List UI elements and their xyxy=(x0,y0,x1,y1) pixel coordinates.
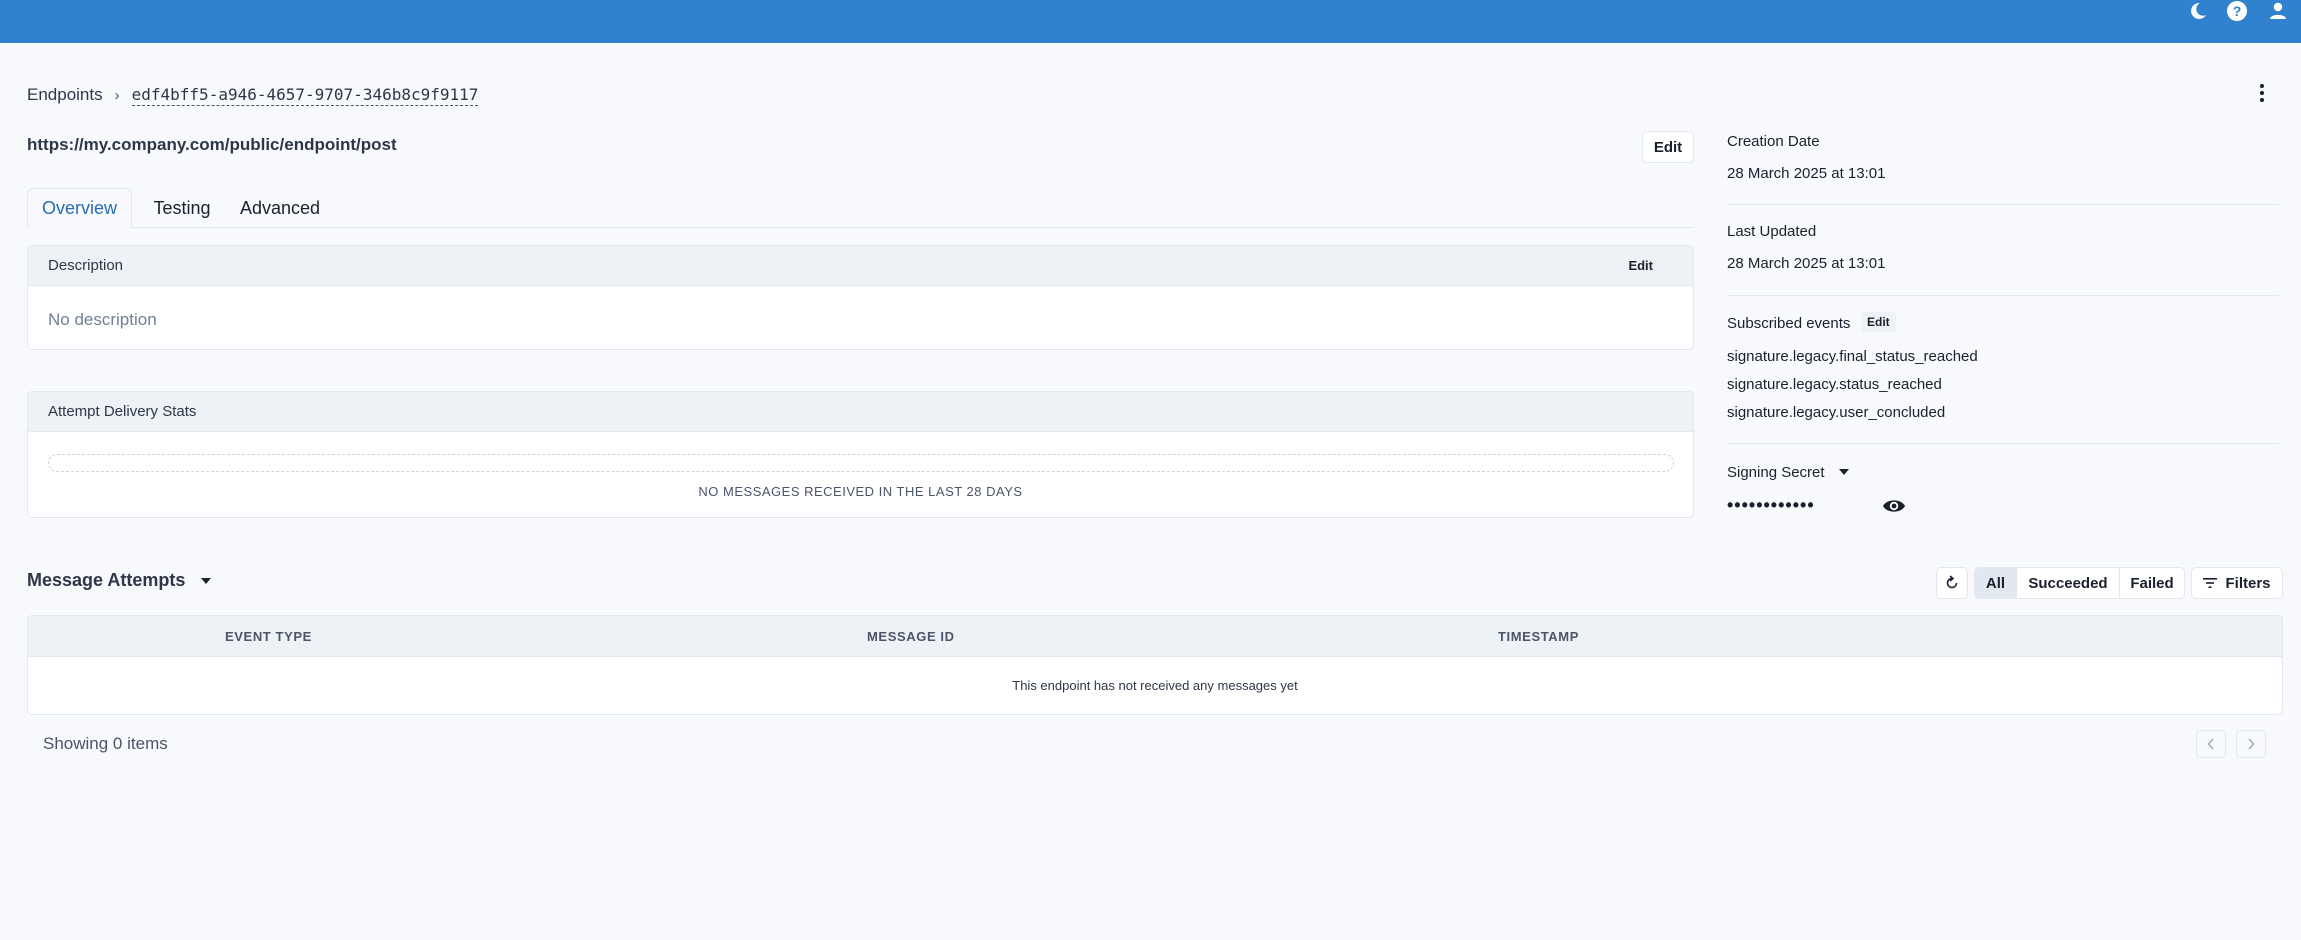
column-event-type: EVENT TYPE xyxy=(225,629,312,644)
message-attempts-title[interactable]: Message Attempts xyxy=(27,570,212,591)
divider xyxy=(1727,204,2279,205)
table-empty-message: This endpoint has not received any messa… xyxy=(1012,678,1298,693)
divider xyxy=(1727,443,2279,444)
last-updated-label: Last Updated xyxy=(1727,223,1817,240)
signing-secret-value: •••••••••••• xyxy=(1727,495,1815,515)
edit-events-button[interactable]: Edit xyxy=(1861,312,1896,332)
help-icon[interactable]: ? xyxy=(2223,0,2251,22)
subscribed-event: signature.legacy.final_status_reached xyxy=(1727,348,1978,365)
delivery-stats-title: Attempt Delivery Stats xyxy=(48,403,197,420)
svg-text:?: ? xyxy=(2233,3,2242,19)
previous-page-button[interactable] xyxy=(2196,730,2226,758)
moon-icon[interactable] xyxy=(2184,0,2212,22)
signing-secret-label: Signing Secret xyxy=(1727,464,1825,481)
filter-succeeded[interactable]: Succeeded xyxy=(2017,568,2120,598)
delivery-stats-card: Attempt Delivery Stats NO MESSAGES RECEI… xyxy=(27,391,1694,518)
chevron-left-icon xyxy=(2207,738,2214,750)
filters-button[interactable]: Filters xyxy=(2191,567,2283,599)
description-text: No description xyxy=(48,310,157,329)
chevron-down-icon[interactable] xyxy=(201,577,212,584)
subscribed-event: signature.legacy.status_reached xyxy=(1727,376,1942,393)
filter-all[interactable]: All xyxy=(1975,568,2017,598)
description-card-title: Description xyxy=(48,257,124,274)
delivery-stats-empty: NO MESSAGES RECEIVED IN THE LAST 28 DAYS xyxy=(698,484,1023,499)
endpoint-url-title: https://my.company.com/public/endpoint/p… xyxy=(27,135,397,154)
tab-overview[interactable]: Overview xyxy=(27,188,132,229)
top-app-bar: ? xyxy=(0,0,2301,43)
subscribed-events-label: Subscribed events xyxy=(1727,315,1851,332)
breadcrumb-endpoints-link[interactable]: Endpoints xyxy=(27,85,103,105)
breadcrumb-separator: › xyxy=(114,86,120,104)
more-options-icon[interactable] xyxy=(2254,82,2270,104)
last-updated-value: 28 March 2025 at 13:01 xyxy=(1727,255,1886,272)
filter-failed[interactable]: Failed xyxy=(2120,568,2184,598)
delivery-stats-bar xyxy=(48,454,1674,472)
user-icon[interactable] xyxy=(2264,0,2292,22)
creation-date-value: 28 March 2025 at 13:01 xyxy=(1727,165,1886,182)
status-filter-group: All Succeeded Failed xyxy=(1974,567,2185,599)
tab-advanced[interactable]: Advanced xyxy=(230,188,330,229)
column-message-id: MESSAGE ID xyxy=(867,629,955,644)
message-attempts-table: EVENT TYPE MESSAGE ID TIMESTAMP This end… xyxy=(27,615,2283,715)
divider xyxy=(1727,295,2279,296)
tab-testing[interactable]: Testing xyxy=(137,188,227,229)
description-card: Description Edit No description xyxy=(27,245,1694,350)
filter-icon xyxy=(2203,578,2218,588)
edit-description-button[interactable]: Edit xyxy=(1628,258,1653,273)
message-attempts-label: Message Attempts xyxy=(27,570,186,590)
next-page-button[interactable] xyxy=(2236,730,2266,758)
subscribed-event: signature.legacy.user_concluded xyxy=(1727,404,1946,421)
signing-secret-dropdown-icon[interactable] xyxy=(1839,469,1849,475)
edit-url-button[interactable]: Edit xyxy=(1642,131,1694,163)
creation-date-label: Creation Date xyxy=(1727,133,1820,150)
delivery-stats-header: Attempt Delivery Stats xyxy=(28,392,1693,432)
table-header: EVENT TYPE MESSAGE ID TIMESTAMP xyxy=(28,616,2282,657)
items-count: Showing 0 items xyxy=(43,734,168,753)
refresh-button[interactable] xyxy=(1936,567,1968,599)
tab-bar: Overview Testing Advanced xyxy=(27,188,1694,229)
breadcrumb-endpoint-id[interactable]: edf4bff5-a946-4657-9707-346b8c9f9117 xyxy=(131,85,479,106)
refresh-icon xyxy=(1946,575,1958,589)
description-card-header: Description Edit xyxy=(28,246,1693,286)
filters-button-label: Filters xyxy=(2225,574,2271,592)
eye-icon[interactable] xyxy=(1882,497,1906,520)
breadcrumb: Endpoints › edf4bff5-a946-4657-9707-346b… xyxy=(27,82,479,108)
chevron-right-icon xyxy=(2248,738,2255,750)
column-timestamp: TIMESTAMP xyxy=(1498,629,1579,644)
